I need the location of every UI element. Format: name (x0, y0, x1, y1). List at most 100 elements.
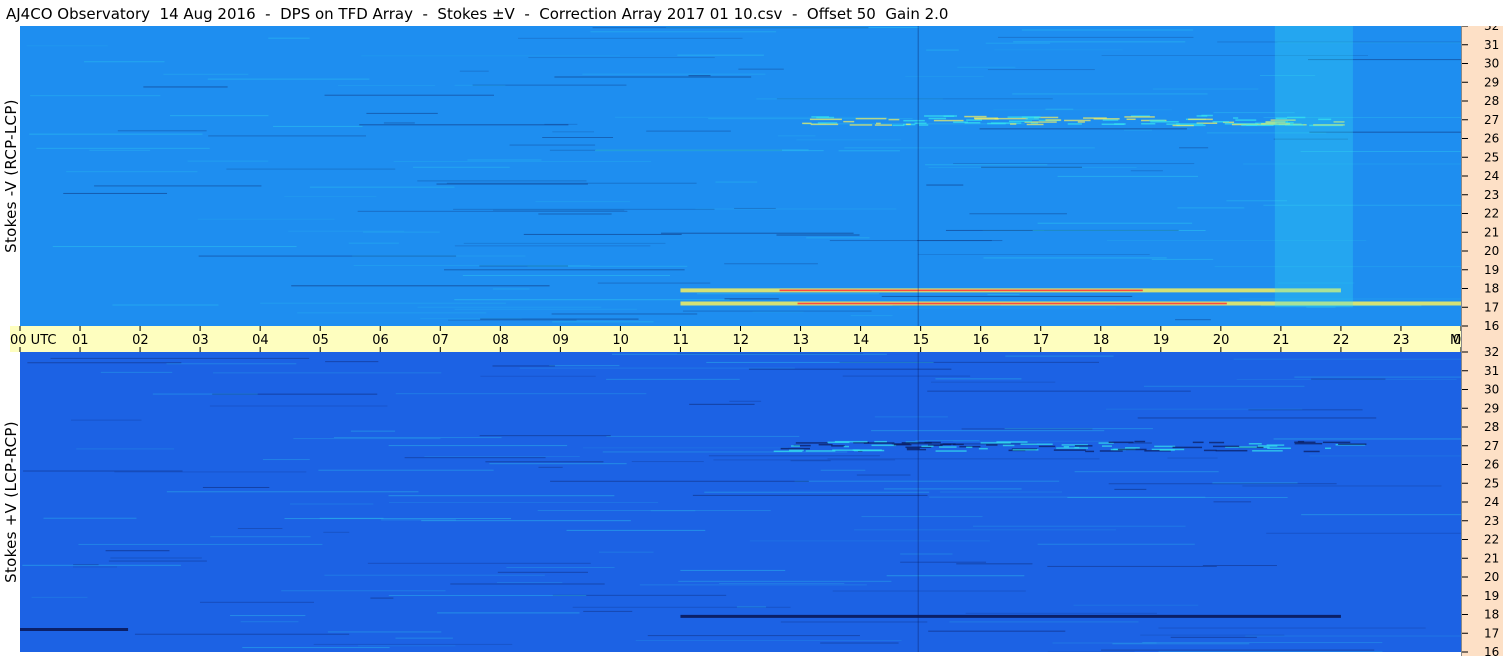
noise-streak (1074, 471, 1219, 473)
interference-speckle (1053, 449, 1086, 451)
noise-streak (480, 318, 639, 320)
noise-streak (209, 405, 388, 407)
noise-streak (395, 637, 453, 639)
noise-streak (381, 519, 456, 521)
noise-streak (459, 70, 489, 72)
frequency-tick-label: 28 (1484, 420, 1499, 434)
interference-speckle (987, 122, 1006, 125)
interference-speckle (1063, 446, 1070, 448)
noise-streak (704, 491, 930, 493)
noise-streak (348, 242, 399, 244)
noise-streak (696, 293, 880, 295)
interference-speckle (1126, 118, 1136, 121)
noise-streak (325, 361, 379, 363)
noise-streak (881, 295, 1133, 297)
interference-speckle (921, 445, 934, 448)
noise-streak (1242, 485, 1442, 487)
noise-streak (76, 448, 175, 450)
time-tick-label: 09 (552, 333, 569, 348)
interference-speckle (1175, 123, 1204, 125)
interference-speckle (1045, 119, 1062, 121)
noise-streak (1032, 230, 1206, 232)
interference-speckle (940, 443, 952, 446)
noise-streak (528, 57, 715, 59)
noise-streak (506, 567, 615, 569)
noise-streak (170, 115, 269, 117)
interference-speckle (834, 440, 868, 443)
noise-streak (832, 590, 1026, 592)
time-tick-label: 11 (672, 333, 689, 348)
interference-speckle (1020, 443, 1053, 445)
frequency-tick-label: 20 (1484, 570, 1499, 584)
noise-streak (454, 84, 506, 86)
interference-speckle (1257, 445, 1278, 447)
noise-streak (639, 584, 867, 586)
noise-streak (497, 571, 588, 573)
noise-streak (949, 621, 1139, 623)
interference-speckle (802, 122, 812, 125)
noise-streak (52, 246, 297, 248)
noise-streak (689, 403, 755, 405)
noise-streak (417, 180, 587, 182)
utc-time-axis: 00 UTC 01 02 03 04 05 06 07 08 09 10 11 12 13 14 15 16 17… (10, 326, 1478, 352)
noise-streak (1137, 417, 1377, 419)
noise-streak (240, 621, 299, 623)
noise-streak (965, 612, 1157, 614)
noise-streak (1233, 358, 1461, 360)
noise-streak (940, 491, 1062, 493)
noise-streak (729, 400, 762, 402)
noise-streak (1123, 129, 1152, 131)
interference-speckle (901, 442, 932, 444)
noise-streak (395, 393, 647, 395)
interference-speckle (1101, 445, 1112, 447)
interference-speckle (817, 122, 838, 124)
noise-streak (454, 299, 730, 301)
noise-streak (454, 308, 637, 310)
noise-streak (242, 647, 390, 649)
noise-streak (790, 460, 831, 462)
noise-streak (100, 371, 173, 373)
noise-streak (582, 73, 766, 75)
noise-streak (905, 76, 984, 78)
noise-streak (680, 569, 786, 571)
noise-streak (489, 463, 627, 465)
interference-speckle (906, 123, 911, 126)
interference-speckle (790, 445, 800, 447)
noise-streak (994, 49, 1123, 51)
interference-speckle (943, 115, 955, 117)
noise-streak (404, 457, 546, 459)
noise-streak (957, 66, 1016, 68)
noise-streak (926, 49, 959, 51)
noise-streak (36, 147, 210, 149)
noise-streak (197, 218, 335, 220)
frequency-tick-label: 23 (1484, 514, 1499, 528)
vertical-artifact (917, 26, 919, 326)
interference-band (680, 614, 1341, 618)
noise-streak (838, 150, 900, 152)
time-tick-label: 07 (432, 333, 449, 348)
noise-streak (780, 621, 928, 623)
frequency-tick-label: 31 (1484, 364, 1499, 378)
noise-streak (273, 125, 363, 127)
interference-speckle (978, 447, 988, 450)
noise-streak (73, 564, 99, 566)
noise-streak (319, 517, 384, 519)
noise-streak (362, 231, 440, 233)
interference-speckle (1215, 449, 1248, 452)
interference-speckle (811, 116, 830, 118)
frequency-axis: 32 31 30 29 28 27 26 25 24 23 22 21 20 19 18 17 16 32 31 30… (1461, 19, 1503, 659)
noise-streak (1152, 88, 1259, 90)
noise-streak (829, 240, 1003, 242)
time-tick-label: 04 (252, 333, 269, 348)
noise-streak (820, 642, 899, 644)
interference-speckle (1083, 117, 1107, 119)
noise-streak (993, 109, 1172, 111)
interference-speckle (935, 450, 967, 452)
noise-streak (692, 494, 928, 496)
noise-streak (393, 161, 652, 163)
interference-speckle (964, 115, 987, 118)
noise-streak (1114, 488, 1147, 490)
noise-streak (1170, 636, 1257, 638)
spectrogram-background (20, 26, 1461, 326)
frequency-tick-label: 26 (1484, 458, 1499, 472)
